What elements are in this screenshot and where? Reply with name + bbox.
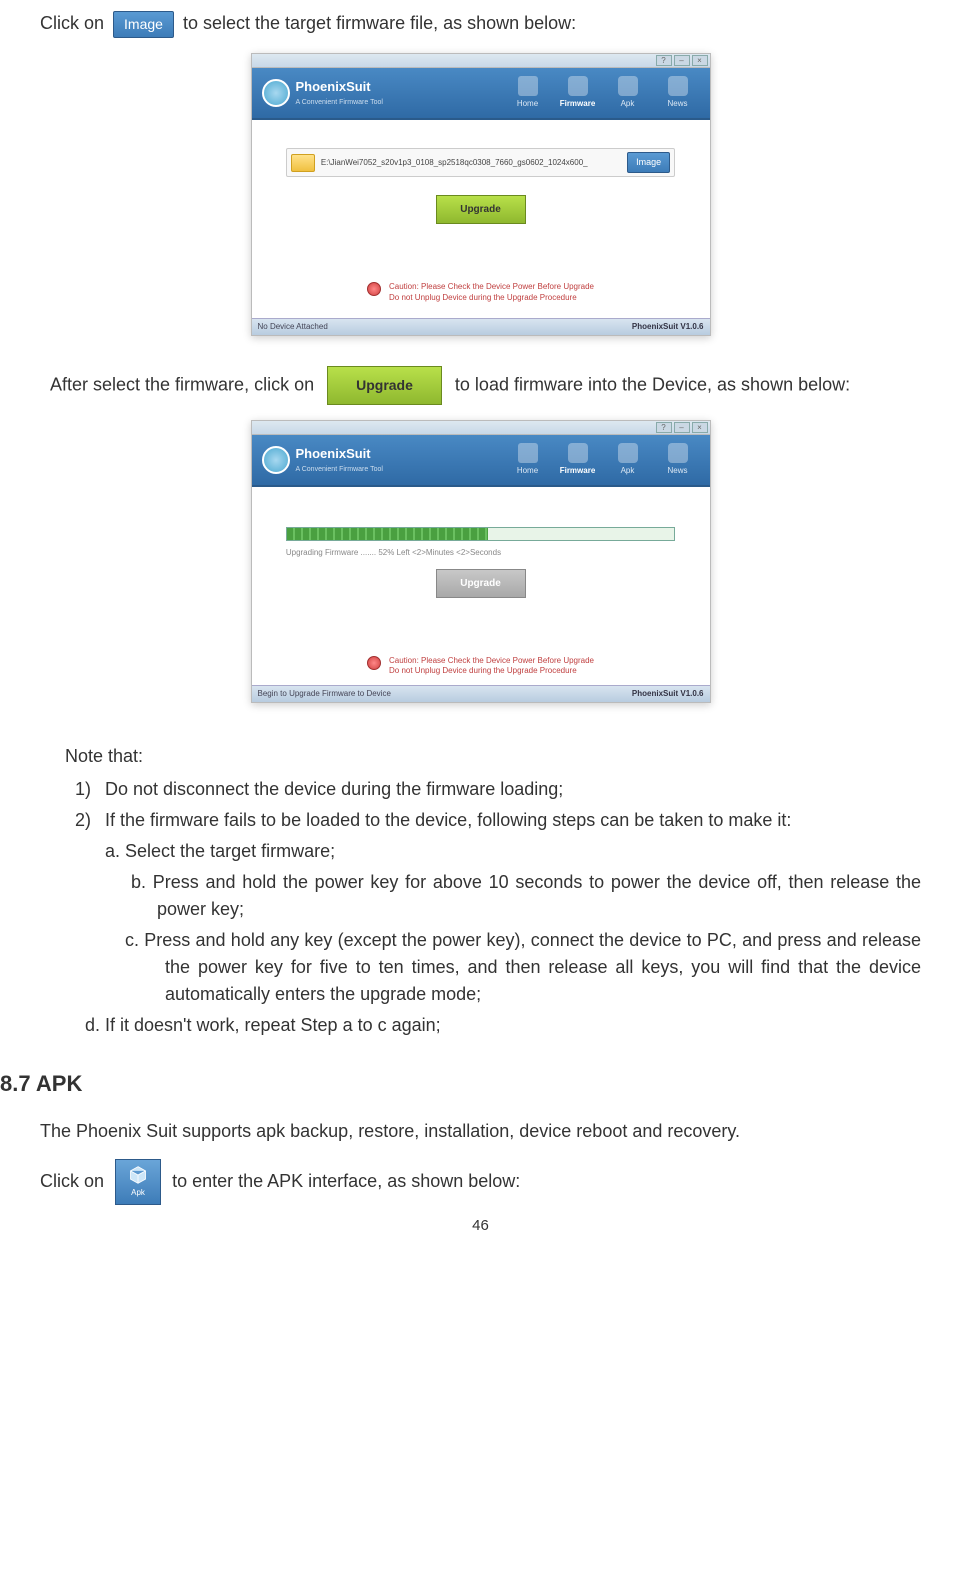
apk-nav-button-inline[interactable]: Apk [115, 1159, 161, 1205]
phoenix-logo-icon [262, 79, 290, 107]
text: Click on [40, 13, 104, 33]
firmware-path: E:\JianWei7052_s20v1p3_0108_sp2518qc0308… [321, 157, 621, 169]
app-title: PhoenixSuit [296, 77, 373, 97]
nav-home[interactable]: Home [506, 76, 550, 110]
app-title-block: PhoenixSuit A Convenient Firmware Tool [296, 444, 383, 475]
help-button[interactable]: ? [656, 422, 672, 433]
image-button[interactable]: Image [627, 152, 670, 174]
nav-firmware[interactable]: Firmware [556, 76, 600, 110]
nav-apk[interactable]: Apk [606, 443, 650, 477]
app-body: E:\JianWei7052_s20v1p3_0108_sp2518qc0308… [252, 118, 710, 318]
help-button[interactable]: ? [656, 55, 672, 66]
nav-firmware[interactable]: Firmware [556, 443, 600, 477]
image-button-inline[interactable]: Image [113, 11, 174, 38]
anchor-icon [568, 76, 588, 96]
close-button[interactable]: × [692, 422, 708, 433]
minimize-button[interactable]: – [674, 55, 690, 66]
upgrade-button-inline[interactable]: Upgrade [327, 366, 442, 405]
warning-icon [367, 282, 381, 296]
folder-icon [291, 154, 315, 172]
progress-area: Upgrading Firmware ....... 52% Left <2>M… [286, 527, 675, 559]
status-bar: Begin to Upgrade Firmware to Device Phoe… [252, 685, 710, 702]
app-subtitle: A Convenient Firmware Tool [296, 465, 383, 476]
page-number: 46 [0, 1215, 961, 1238]
intro-line-1: Click on Image to select the target firm… [40, 10, 941, 38]
upgrade-button[interactable]: Upgrade [436, 195, 526, 224]
text: Click on [40, 1171, 104, 1191]
note-2a: a. Select the target firmware; [105, 838, 921, 865]
caution-row: Caution: Please Check the Device Power B… [252, 648, 710, 681]
nav-home[interactable]: Home [506, 443, 550, 477]
note-2: 2) If the firmware fails to be loaded to… [75, 807, 921, 834]
app-body: Upgrading Firmware ....... 52% Left <2>M… [252, 485, 710, 685]
firmware-file-row: E:\JianWei7052_s20v1p3_0108_sp2518qc0308… [286, 148, 675, 178]
phoenix-logo-icon [262, 446, 290, 474]
status-right: PhoenixSuit V1.0.6 [632, 688, 704, 700]
close-button[interactable]: × [692, 55, 708, 66]
progress-bar [286, 527, 675, 541]
cube-icon [618, 76, 638, 96]
cube-icon [618, 443, 638, 463]
status-bar: No Device Attached PhoenixSuit V1.0.6 [252, 318, 710, 335]
app-title-block: PhoenixSuit A Convenient Firmware Tool [296, 77, 383, 108]
note-2d: d. If it doesn't work, repeat Step a to … [85, 1012, 921, 1039]
news-icon [668, 76, 688, 96]
note-2c: c. Press and hold any key (except the po… [105, 927, 921, 1008]
apk-click-line: Click on Apk to enter the APK interface,… [40, 1159, 941, 1205]
phoenixsuit-window-2: ? – × PhoenixSuit A Convenient Firmware … [251, 420, 711, 703]
status-right: PhoenixSuit V1.0.6 [632, 321, 704, 333]
anchor-icon [568, 443, 588, 463]
status-left: No Device Attached [258, 321, 328, 333]
caution-row: Caution: Please Check the Device Power B… [252, 274, 710, 307]
note-1: 1) Do not disconnect the device during t… [75, 776, 921, 803]
app-subtitle: A Convenient Firmware Tool [296, 98, 383, 109]
app-title: PhoenixSuit [296, 444, 373, 464]
home-icon [518, 76, 538, 96]
minimize-button[interactable]: – [674, 422, 690, 433]
nav-news[interactable]: News [656, 76, 700, 110]
news-icon [668, 443, 688, 463]
warning-icon [367, 656, 381, 670]
caution-text: Caution: Please Check the Device Power B… [389, 282, 594, 303]
window-titlebar: ? – × [252, 421, 710, 435]
progress-fill [287, 528, 488, 540]
section-heading-87: 8.7 APK [0, 1067, 961, 1100]
cube-icon [128, 1165, 148, 1185]
home-icon [518, 443, 538, 463]
upgrade-button-disabled: Upgrade [436, 569, 526, 598]
text: to select the target firmware file, as s… [183, 13, 576, 33]
notes-heading: Note that: [65, 743, 921, 770]
intro-line-2: After select the firmware, click on Upgr… [50, 366, 941, 405]
text: After select the firmware, click on [50, 374, 314, 394]
phoenixsuit-window-1: ? – × PhoenixSuit A Convenient Firmware … [251, 53, 711, 336]
notes-section: Note that: 1) Do not disconnect the devi… [75, 743, 921, 1039]
window-titlebar: ? – × [252, 54, 710, 68]
text: to enter the APK interface, as shown bel… [172, 1171, 520, 1191]
app-header: PhoenixSuit A Convenient Firmware Tool H… [252, 435, 710, 485]
text: to load firmware into the Device, as sho… [455, 374, 850, 394]
apk-description: The Phoenix Suit supports apk backup, re… [40, 1118, 941, 1145]
progress-text: Upgrading Firmware ....... 52% Left <2>M… [286, 547, 675, 559]
caution-text: Caution: Please Check the Device Power B… [389, 656, 594, 677]
status-left: Begin to Upgrade Firmware to Device [258, 688, 391, 700]
note-2b: b. Press and hold the power key for abov… [105, 869, 921, 923]
nav-news[interactable]: News [656, 443, 700, 477]
app-header: PhoenixSuit A Convenient Firmware Tool H… [252, 68, 710, 118]
nav-apk[interactable]: Apk [606, 76, 650, 110]
